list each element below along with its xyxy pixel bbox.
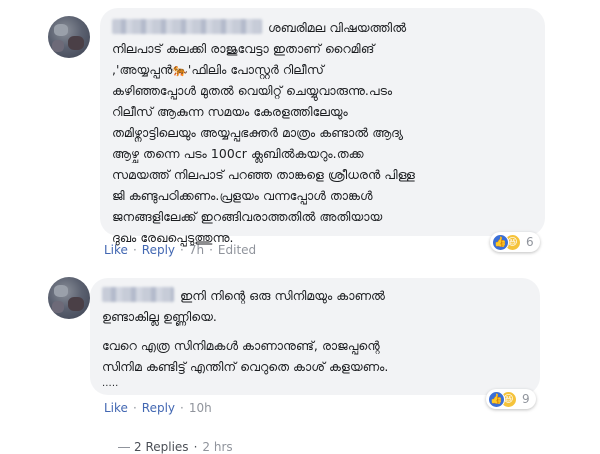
comment-actions: Like · Reply · 10h <box>104 401 212 415</box>
comment-bubble: ഇനി നിന്റെ ഒരു സിനിമയും കാണൽ ഉണ്ടാകില്ല … <box>90 278 540 395</box>
avatar[interactable] <box>48 16 90 58</box>
comment-2: ഇനി നിന്റെ ഒരു സിനിമയും കാണൽ ഉണ്ടാകില്ല … <box>0 265 600 454</box>
reply-link[interactable]: Reply <box>142 243 175 257</box>
commenter-name-redacted[interactable] <box>112 19 262 34</box>
view-replies[interactable]: 2 Replies · 2 hrs <box>118 440 233 454</box>
reaction-count: 9 <box>522 392 530 406</box>
comment-1: ശബരിമല വിഷയത്തിൽ നിലപാട് കലക്കി രാജുവേട്… <box>0 0 600 265</box>
comment-text: ഇനി നിന്റെ ഒരു സിനിമയും കാണൽ ഉണ്ടാകില്ല … <box>102 285 528 391</box>
like-link[interactable]: Like <box>104 401 128 415</box>
timestamp[interactable]: 7h <box>189 243 204 257</box>
comment-text: ശബരിമല വിഷയത്തിൽ നിലപാട് കലക്കി രാജുവേട്… <box>112 19 415 245</box>
timestamp[interactable]: 10h <box>189 401 212 415</box>
comment-bubble: ശബരിമല വിഷയത്തിൽ നിലപാട് കലക്കി രാജുവേട്… <box>100 8 545 245</box>
replies-count[interactable]: 2 Replies <box>134 440 189 454</box>
reaction-count: 6 <box>526 235 534 249</box>
edited-label[interactable]: Edited <box>218 243 256 257</box>
ellipsis: ..... <box>102 378 119 389</box>
reply-link[interactable]: Reply <box>142 401 175 415</box>
reaction-summary[interactable]: 👍 😆 9 <box>486 389 536 409</box>
commenter-name-redacted[interactable] <box>102 287 174 302</box>
reply-arrow-icon <box>118 447 130 448</box>
like-thumb-icon: 👍 <box>492 233 509 251</box>
replies-time: 2 hrs <box>202 440 233 454</box>
like-thumb-icon: 👍 <box>488 390 505 408</box>
avatar[interactable] <box>48 277 90 319</box>
reaction-summary[interactable]: 👍 😆 6 <box>490 232 540 252</box>
like-link[interactable]: Like <box>104 243 128 257</box>
comment-actions: Like · Reply · 7h · Edited <box>104 243 257 257</box>
